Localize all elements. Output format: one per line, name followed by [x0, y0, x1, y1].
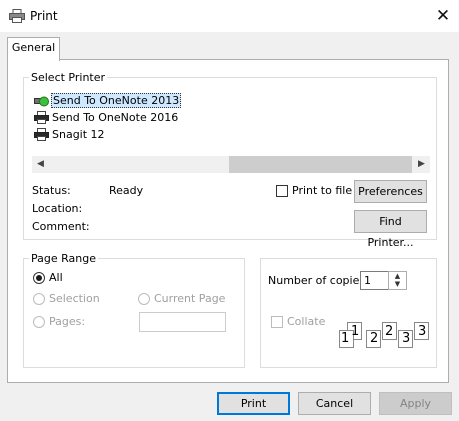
select-printer-title: Select Printer [29, 71, 108, 84]
status-value: Ready [109, 184, 144, 197]
all-radio[interactable] [33, 272, 45, 284]
pages-label: Pages: [49, 315, 86, 328]
collate-page-number: 2 [370, 331, 379, 346]
printer-icon [34, 128, 49, 141]
collate-label: Collate [287, 315, 326, 328]
all-label: All [49, 271, 63, 284]
pages-radio[interactable] [33, 316, 45, 328]
scroll-right-icon[interactable]: ▶ [413, 156, 430, 173]
apply-button[interactable]: Apply [379, 392, 452, 415]
printer-item-snagit-12[interactable]: Snagit 12 [32, 126, 430, 143]
scroll-thumb[interactable] [229, 156, 412, 173]
copies-label: Number of copies: [268, 274, 369, 287]
print-button[interactable]: Print [217, 392, 290, 415]
cancel-button[interactable]: Cancel [298, 392, 371, 415]
printer-icon [34, 111, 49, 124]
printer-list[interactable]: Send To OneNote 2013 Send To OneNote 201… [32, 92, 430, 154]
current-page-label: Current Page [154, 292, 226, 305]
collate-page-number: 2 [385, 324, 394, 339]
collate-page-number: 3 [402, 331, 411, 346]
page-range-title: Page Range [29, 252, 98, 265]
printer-item-onenote-2013[interactable]: Send To OneNote 2013 [32, 92, 430, 109]
window-title: Print [30, 9, 58, 23]
horizontal-scrollbar[interactable]: ◀ ▶ [32, 156, 430, 173]
collate-page-number: 1 [351, 324, 360, 339]
pages-input[interactable] [139, 312, 226, 332]
selection-radio[interactable] [33, 293, 45, 305]
spin-up-icon[interactable]: ▲ [389, 272, 406, 280]
tab-general[interactable]: General [7, 37, 60, 61]
selection-label: Selection [49, 292, 100, 305]
collate-page-number: 1 [341, 331, 350, 346]
printer-name: Send To OneNote 2016 [52, 111, 179, 124]
comment-label: Comment: [32, 220, 90, 233]
location-label: Location: [32, 202, 83, 215]
preferences-button[interactable]: Preferences [354, 180, 427, 203]
title-bar [0, 0, 459, 32]
collate-page-number: 3 [418, 324, 427, 339]
copies-input[interactable]: 1 [360, 271, 389, 290]
copies-stepper[interactable]: ▲ ▼ [388, 271, 407, 290]
printer-name: Send To OneNote 2013 [51, 93, 182, 108]
printer-item-onenote-2016[interactable]: Send To OneNote 2016 [32, 109, 430, 126]
find-printer-button[interactable]: Find Printer... [354, 210, 427, 249]
collate-checkbox[interactable] [271, 316, 283, 328]
printer-icon [9, 9, 25, 23]
onenote-printer-icon [34, 96, 49, 107]
current-page-radio[interactable] [138, 293, 150, 305]
spin-down-icon[interactable]: ▼ [389, 280, 406, 288]
status-label: Status: [32, 184, 71, 197]
print-to-file-label: Print to file [292, 184, 353, 197]
print-to-file-checkbox[interactable] [276, 185, 288, 197]
scroll-left-icon[interactable]: ◀ [32, 156, 49, 173]
close-button[interactable]: ✕ [430, 4, 456, 28]
printer-name: Snagit 12 [52, 128, 105, 141]
